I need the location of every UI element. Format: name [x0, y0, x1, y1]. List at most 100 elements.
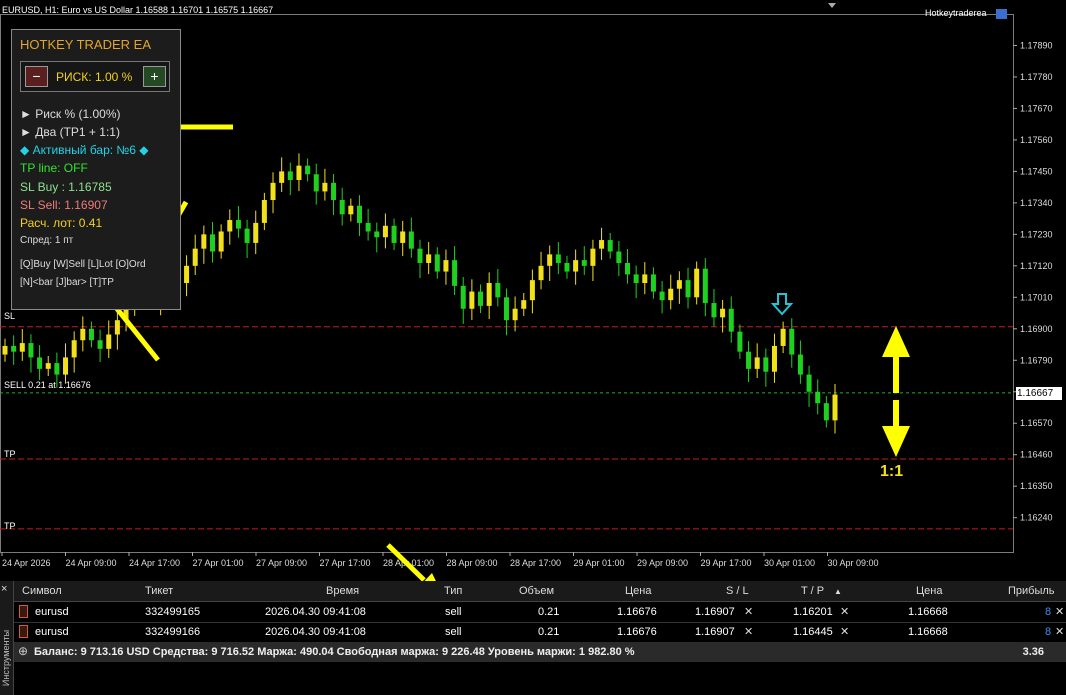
col-profit[interactable]: Прибыль	[1008, 585, 1055, 597]
x-tick-label: 28 Apr 09:00	[447, 558, 498, 568]
col-sl[interactable]: S / L	[726, 585, 749, 597]
candle-body	[365, 222, 371, 232]
cell-type: sell	[445, 626, 462, 638]
candle-body	[114, 320, 120, 335]
col-ticket[interactable]: Тикет	[145, 585, 173, 597]
candle-body	[650, 274, 656, 292]
candle-body	[19, 343, 25, 352]
risk-increase-button[interactable]: +	[143, 66, 166, 87]
table-row[interactable]: eurusd 332499165 2026.04.30 09:41:08 sel…	[14, 602, 1066, 623]
risk-decrease-button[interactable]: −	[25, 66, 48, 87]
cell-symbol: eurusd	[35, 606, 69, 618]
candle-body	[503, 297, 509, 321]
x-tick-label: 29 Apr 09:00	[637, 558, 688, 568]
close-position-icon[interactable]: ✕	[1055, 605, 1064, 618]
candle-body	[218, 231, 224, 252]
y-tick-label: 1.17120	[1020, 261, 1053, 271]
y-tick-label: 1.16350	[1020, 481, 1053, 491]
sl-sell-value: SL Sell: 1.16907	[20, 198, 108, 212]
x-tick-label: 24 Apr 17:00	[129, 558, 180, 568]
candle-body	[2, 345, 8, 355]
x-tick-label: 29 Apr 17:00	[701, 558, 752, 568]
cell-ticket: 332499166	[145, 626, 201, 638]
candle-body	[797, 354, 803, 375]
collapse-arrow-icon	[828, 3, 836, 8]
cell-price: 1.16676	[617, 626, 657, 638]
col-volume[interactable]: Объем	[519, 585, 554, 597]
cell-type: sell	[445, 606, 462, 618]
candle-body	[348, 205, 354, 215]
candle-body	[754, 357, 760, 369]
candle-body	[339, 200, 345, 215]
col-current-price[interactable]: Цена	[916, 585, 942, 597]
candle-body	[322, 182, 328, 192]
candle-body	[71, 340, 77, 358]
candle-body	[616, 251, 622, 263]
candle-body	[210, 234, 215, 252]
candle-body	[555, 254, 561, 263]
risk-mode-item[interactable]: ► Риск % (1.00%)	[20, 107, 121, 121]
candle-body	[313, 174, 319, 192]
remove-sl-icon[interactable]: ✕	[744, 625, 753, 638]
candle-body	[201, 234, 207, 249]
x-tick-label: 30 Apr 09:00	[828, 558, 879, 568]
current-price-tag: 1.16667	[1016, 387, 1062, 400]
tp2-line-label: TP	[4, 521, 16, 531]
candle-body	[538, 265, 544, 281]
candle-body	[356, 205, 362, 223]
candle-body	[400, 231, 406, 243]
cell-time: 2026.04.30 09:41:08	[265, 606, 366, 618]
candle-body	[478, 291, 484, 306]
calc-lot-value: Расч. лот: 0.41	[20, 216, 103, 230]
table-row[interactable]: eurusd 332499166 2026.04.30 09:41:08 sel…	[14, 622, 1066, 643]
candle-body	[711, 303, 717, 318]
y-tick-label: 1.17340	[1020, 198, 1053, 208]
ea-name-label: Hotkeytraderea	[925, 8, 987, 18]
remove-sl-icon[interactable]: ✕	[744, 605, 753, 618]
candle-body	[28, 343, 34, 358]
cell-price: 1.16676	[617, 606, 657, 618]
x-tick-label: 27 Apr 09:00	[256, 558, 307, 568]
cell-sl: 1.16907	[695, 626, 735, 638]
col-type[interactable]: Тип	[444, 585, 462, 597]
close-position-icon[interactable]: ✕	[1055, 625, 1064, 638]
candle-body	[106, 334, 112, 349]
candle-body	[37, 357, 43, 369]
candle-body	[512, 308, 518, 321]
candle-body	[771, 345, 777, 372]
remove-tp-icon[interactable]: ✕	[840, 625, 849, 638]
expand-plus-icon[interactable]: ⊕	[18, 644, 28, 658]
candle-body	[331, 182, 337, 201]
trade-terminal: × Инструменты Символ Тикет Время Тип Объ…	[0, 581, 1066, 695]
x-tick-label: 24 Apr 09:00	[66, 558, 117, 568]
candle-body	[227, 220, 233, 232]
candle-body	[607, 240, 613, 252]
candle-body	[80, 328, 86, 341]
col-price[interactable]: Цена	[625, 585, 651, 597]
y-tick-label: 1.17230	[1020, 229, 1053, 239]
cell-sl: 1.16907	[695, 606, 735, 618]
y-tick-label: 1.17560	[1020, 135, 1053, 145]
tp-mode-item[interactable]: ► Два (TP1 + 1:1)	[20, 125, 120, 139]
balance-text: Баланс: 9 713.16 USD Средства: 9 716.52 …	[34, 646, 635, 658]
col-symbol[interactable]: Символ	[22, 585, 62, 597]
candle-body	[625, 262, 630, 275]
col-time[interactable]: Время	[326, 585, 359, 597]
remove-tp-icon[interactable]: ✕	[840, 605, 849, 618]
candle-body	[426, 254, 432, 263]
candle-body	[529, 280, 535, 301]
cell-profit: 8	[1045, 606, 1052, 618]
cell-time: 2026.04.30 09:41:08	[265, 626, 366, 638]
candle-body	[737, 331, 743, 352]
candle-body	[495, 283, 501, 298]
balance-summary: ⊕ Баланс: 9 713.16 USD Средства: 9 716.5…	[14, 642, 1066, 662]
x-tick-label: 27 Apr 01:00	[193, 558, 244, 568]
close-icon[interactable]: ×	[1, 583, 7, 595]
ea-panel-title: HOTKEY TRADER EA	[20, 37, 151, 52]
candle-body	[45, 363, 51, 369]
candle-body	[564, 262, 570, 272]
col-tp[interactable]: T / P	[801, 585, 824, 597]
risk-reward-label: 1:1	[880, 463, 904, 480]
candle-body	[434, 254, 440, 272]
candle-body	[720, 308, 726, 318]
